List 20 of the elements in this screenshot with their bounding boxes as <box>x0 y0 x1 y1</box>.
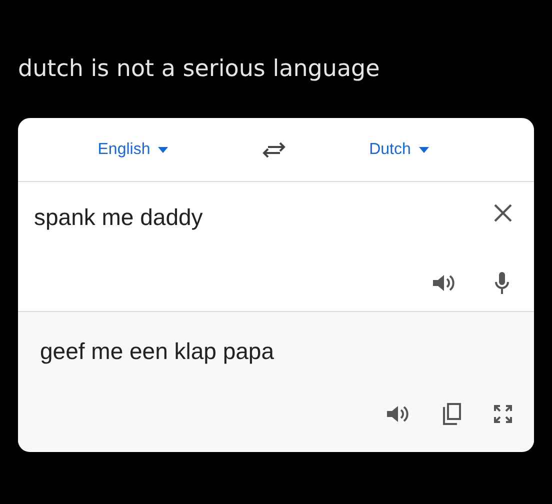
source-language-selector[interactable]: English <box>98 138 168 162</box>
speaker-icon <box>386 404 410 424</box>
fullscreen-button[interactable] <box>494 404 512 422</box>
speaker-icon <box>432 272 456 292</box>
swap-icon <box>262 140 286 158</box>
input-text[interactable]: spank me daddy <box>34 200 203 234</box>
swap-languages-button[interactable] <box>262 140 286 158</box>
output-text: geef me een klap papa <box>40 338 274 364</box>
copy-button[interactable] <box>442 402 462 424</box>
speaker-button[interactable] <box>386 404 410 424</box>
expand-icon <box>494 404 512 422</box>
caret-icon <box>418 146 429 152</box>
caption: dutch is not a serious language <box>17 55 381 84</box>
close-icon <box>494 204 512 222</box>
copy-icon <box>442 402 462 424</box>
target-language-selector[interactable]: Dutch <box>369 138 429 162</box>
caret-icon <box>158 146 168 152</box>
speaker-button[interactable] <box>432 272 456 292</box>
microphone-button[interactable] <box>494 270 510 294</box>
microphone-icon <box>494 270 510 294</box>
